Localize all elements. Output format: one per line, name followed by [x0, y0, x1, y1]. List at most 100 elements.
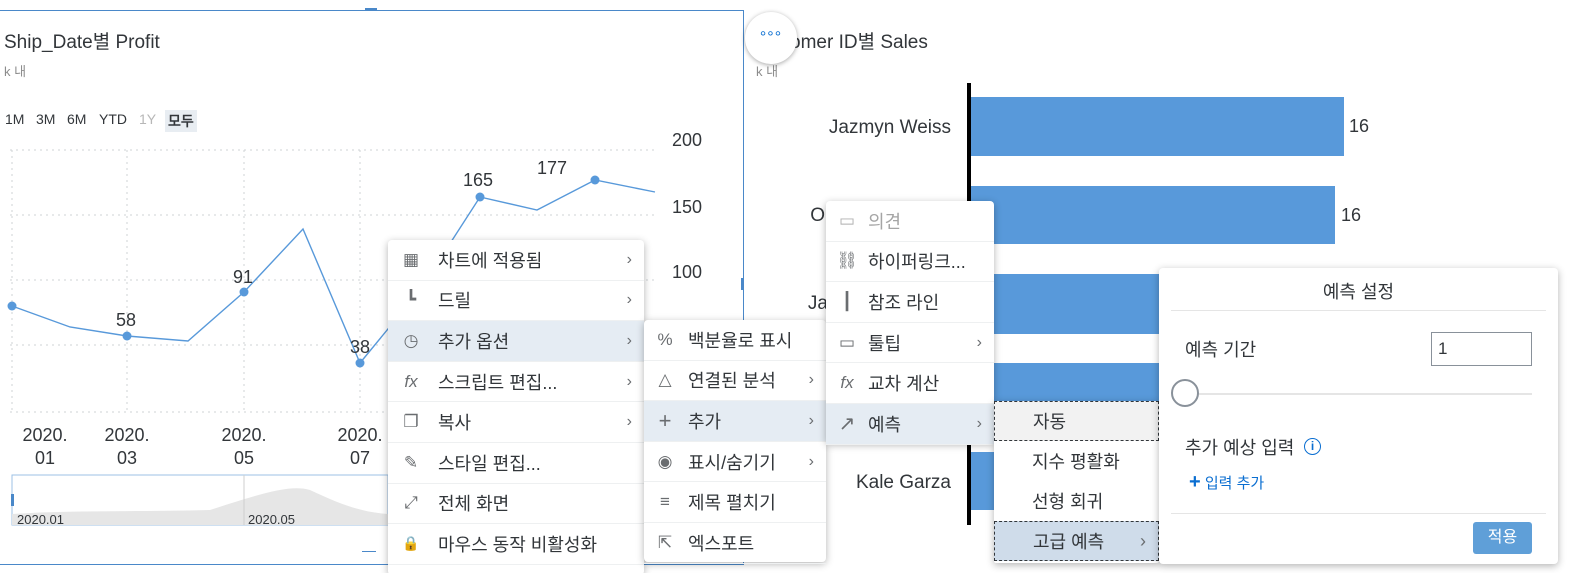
- right-chart-title: omer ID별 Sales: [790, 32, 928, 53]
- divider: [1171, 310, 1546, 311]
- forecast-exponential-item[interactable]: 지수 평활화: [994, 441, 1159, 481]
- data-label: 177: [537, 158, 568, 178]
- sales-bar[interactable]: [971, 97, 1344, 156]
- divider: [1171, 513, 1546, 514]
- menu-item-disable-mouse[interactable]: 🔒 마우스 동작 비활성화: [388, 524, 644, 565]
- menu-item-export[interactable]: ⇱ 엑스포트: [644, 523, 826, 564]
- period-input[interactable]: [1431, 332, 1532, 366]
- more-options-icon: ◷: [403, 330, 419, 350]
- forecast-linear-item[interactable]: 선형 회귀: [994, 481, 1159, 521]
- data-label: 165: [463, 170, 494, 190]
- chevron-right-icon: ›: [626, 413, 632, 431]
- linked-analysis-icon: △: [658, 370, 672, 390]
- panel-title: 예측 설정: [1322, 282, 1395, 302]
- period-label: 예측 기간: [1185, 340, 1257, 360]
- menu-item-expand-title[interactable]: ≡ 제목 펼치기: [644, 482, 826, 523]
- extra-input-label: 추가 예상 입력: [1185, 438, 1295, 458]
- menu-item-fullscreen[interactable]: ⤢ 전체 화면: [388, 484, 644, 525]
- title-expand-icon: ≡: [660, 492, 670, 512]
- chevron-right-icon: ›: [976, 333, 982, 351]
- percent-icon: %: [657, 329, 673, 349]
- forecast-menu: 자동 지수 평활화 선형 회귀 고급 예측 ›: [994, 401, 1159, 563]
- data-label: 91: [233, 267, 254, 287]
- menu-item-show-hide[interactable]: ◉ 표시/숨기기 ›: [644, 442, 826, 483]
- chevron-right-icon: ›: [976, 414, 982, 432]
- customer-label: Ja: [807, 293, 828, 314]
- period-slider-track[interactable]: [1173, 393, 1532, 395]
- forecast-auto-item[interactable]: 자동: [994, 401, 1159, 441]
- sales-bar[interactable]: [971, 274, 1161, 334]
- fx-icon: fx: [404, 371, 418, 391]
- menu-item-edit-script[interactable]: fx 스크립트 편집... ›: [388, 362, 644, 403]
- menu-item-drill[interactable]: ┗ 드릴 ›: [388, 281, 644, 322]
- chevron-right-icon: ›: [626, 372, 632, 390]
- menu-item-copy[interactable]: ❐ 복사 ›: [388, 402, 644, 443]
- chevron-right-icon: ›: [808, 371, 814, 389]
- left-chart-subtitle: k 내: [4, 64, 27, 79]
- tooltip-icon: ▭: [838, 332, 856, 352]
- chevron-right-icon: ›: [808, 411, 814, 429]
- menu-item-comment[interactable]: ▭ 의견: [826, 201, 994, 242]
- menu-item-linked-analysis[interactable]: △ 연결된 분석 ›: [644, 361, 826, 402]
- bar-value-label: 16: [1349, 116, 1370, 136]
- range-all-button[interactable]: 모두: [165, 110, 197, 132]
- chart-applied-icon: ▦: [402, 249, 420, 269]
- chevron-right-icon: ›: [808, 452, 814, 470]
- sales-bar[interactable]: [971, 186, 1335, 244]
- fullscreen-icon: ⤢: [404, 493, 418, 513]
- menu-item-chart-applied[interactable]: ▦ 차트에 적용됨 ›: [388, 240, 644, 281]
- comment-icon: ▭: [838, 210, 856, 230]
- menu-item-more-options[interactable]: ◷ 추가 옵션 ›: [388, 321, 644, 362]
- left-chart-title: Ship_Date별 Profit: [4, 32, 160, 53]
- info-icon[interactable]: i: [1304, 438, 1321, 455]
- bar-value-label: 16: [1341, 205, 1362, 225]
- copy-icon: ❐: [403, 412, 419, 432]
- y-tick-100: 100: [672, 262, 703, 282]
- export-icon: ⇱: [657, 532, 673, 552]
- forecast-arrow-icon: ↗: [838, 413, 856, 436]
- lock-icon: 🔒: [402, 535, 420, 552]
- customer-label: O: [810, 205, 825, 226]
- menu-item-hyperlink[interactable]: ⛓ 하이퍼링크...: [826, 242, 994, 283]
- range-navigator[interactable]: [10, 474, 390, 528]
- y-tick-200: 200: [672, 130, 703, 150]
- plus-icon: +: [1189, 471, 1201, 493]
- resize-handle-top[interactable]: [365, 8, 377, 11]
- x-tick: 2020. 05: [221, 425, 267, 468]
- show-hide-icon: ◉: [657, 451, 673, 471]
- menu-item-cross-calc[interactable]: fx 교차 계산: [826, 363, 994, 404]
- add-input-link[interactable]: + 입력 추가: [1189, 471, 1264, 494]
- right-chart-subtitle: k 내: [756, 64, 779, 79]
- range-ytd-button[interactable]: YTD: [96, 110, 130, 128]
- more-actions-button[interactable]: °°°: [745, 12, 797, 64]
- menu-item-show-percent[interactable]: % 백분율로 표시: [644, 320, 826, 361]
- menu-item-tooltip[interactable]: ▭ 툴팁 ›: [826, 323, 994, 364]
- data-label: 38: [350, 337, 371, 357]
- chevron-right-icon: ›: [626, 331, 632, 349]
- navigator-label: 2020.01: [17, 512, 64, 527]
- period-slider-handle[interactable]: [1171, 379, 1199, 407]
- x-tick: 2020. 01: [22, 425, 68, 468]
- menu-item-add[interactable]: + 추가 ›: [644, 401, 826, 442]
- range-3m-button[interactable]: 3M: [33, 110, 58, 128]
- scroll-indicator: [362, 551, 376, 552]
- navigator-label: 2020.05: [248, 512, 295, 527]
- reference-line-icon: ┃: [841, 291, 853, 311]
- fx-icon: fx: [840, 373, 854, 393]
- apply-button[interactable]: 적용: [1473, 522, 1532, 554]
- menu-item-forecast[interactable]: ↗ 예측 ›: [826, 403, 994, 445]
- chevron-right-icon: ›: [626, 250, 632, 268]
- context-menu: ▦ 차트에 적용됨 › ┗ 드릴 › ◷ 추가 옵션 › fx 스크립트 편집... › ❐ 복사…: [388, 240, 644, 573]
- customer-label: Jazmyn Weiss: [828, 117, 951, 138]
- menu-item-edit-style[interactable]: ✎ 스타일 편집...: [388, 443, 644, 484]
- range-6m-button[interactable]: 6M: [64, 110, 89, 128]
- drill-icon: ┗: [405, 290, 417, 310]
- chevron-right-icon: ›: [626, 291, 632, 309]
- more-options-menu: % 백분율로 표시 △ 연결된 분석 › + 추가 › ◉ 표시/숨기기 › ≡ 제목 펼치기 …: [644, 320, 826, 564]
- forecast-advanced-item[interactable]: 고급 예측 ›: [994, 521, 1159, 561]
- menu-item-reference-line[interactable]: ┃ 참조 라인: [826, 282, 994, 323]
- style-brush-icon: ✎: [403, 452, 419, 472]
- x-tick: 2020. 03: [104, 425, 150, 468]
- range-1m-button[interactable]: 1M: [2, 110, 27, 128]
- range-1y-button[interactable]: 1Y: [136, 110, 159, 128]
